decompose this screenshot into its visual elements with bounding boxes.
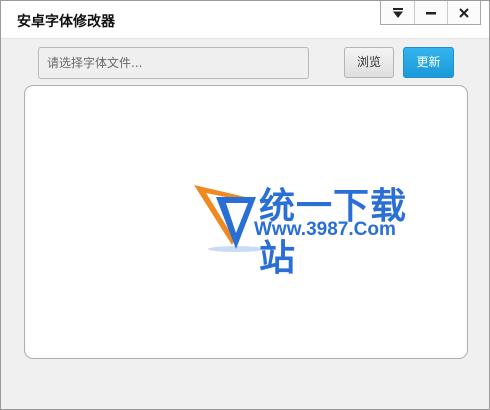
close-button[interactable] bbox=[447, 1, 480, 24]
watermark-logo-icon bbox=[194, 185, 262, 252]
menu-dropdown-button[interactable] bbox=[381, 1, 414, 24]
watermark-url: Www.3987.Com bbox=[254, 219, 396, 240]
browse-button[interactable]: 浏览 bbox=[344, 47, 394, 78]
minimize-button[interactable] bbox=[414, 1, 447, 24]
close-icon bbox=[459, 7, 469, 18]
font-file-input[interactable] bbox=[38, 47, 309, 79]
window-title: 安卓字体修改器 bbox=[17, 14, 115, 30]
update-button[interactable]: 更新 bbox=[403, 47, 454, 78]
window-controls bbox=[380, 1, 481, 25]
minimize-icon bbox=[426, 11, 436, 14]
site-watermark: 统一下载站 Www.3987.Com bbox=[192, 175, 432, 279]
title-bar: 安卓字体修改器 bbox=[1, 1, 489, 39]
menu-dropdown-icon bbox=[392, 7, 403, 18]
app-window: 安卓字体修改器 浏览 更新 bbox=[0, 0, 490, 410]
